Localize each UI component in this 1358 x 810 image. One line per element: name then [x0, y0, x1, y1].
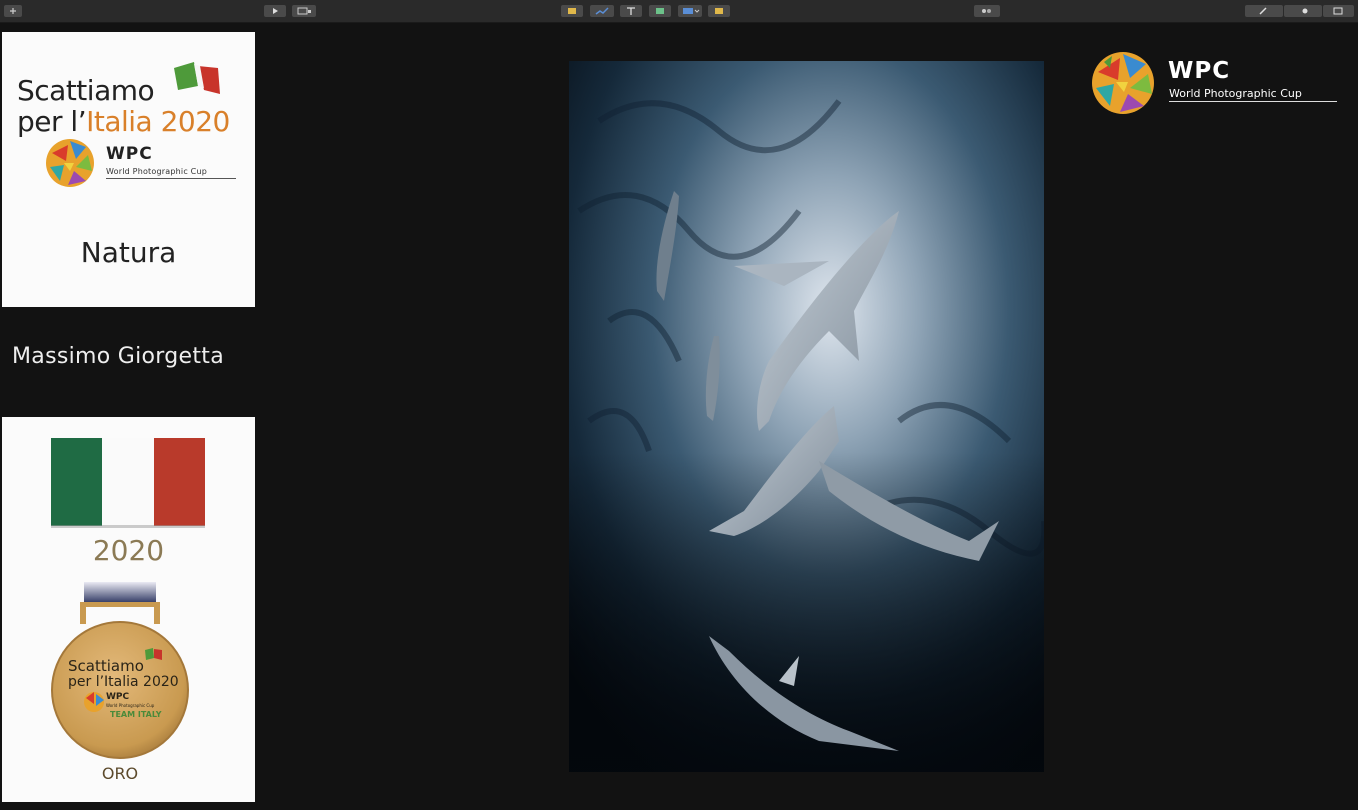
medal-team: TEAM ITALY: [110, 710, 162, 719]
category-card: Scattiamo per l’Italia 2020 WPC World Ph…: [2, 32, 255, 307]
chart-button[interactable]: [590, 5, 614, 17]
display-icon: [297, 7, 311, 15]
toolbar: [0, 0, 1358, 23]
brand-underline: [1169, 101, 1337, 102]
medal-title-line2: per l’Italia 2020: [68, 674, 179, 690]
animate-icon: [1302, 8, 1308, 14]
chart-icon: [595, 7, 609, 15]
italian-flag: [51, 438, 205, 528]
comment-icon: [715, 8, 723, 14]
photographer-name: Massimo Giorgetta: [12, 344, 224, 369]
text-button[interactable]: [620, 5, 642, 17]
medal-title-line1: Scattiamo: [68, 657, 144, 675]
play-button[interactable]: [264, 5, 286, 17]
brand-subtitle: World Photographic Cup: [1169, 87, 1302, 100]
category-label: Natura: [80, 236, 177, 269]
table-button[interactable]: [561, 5, 583, 17]
italian-flag-logo-icon: [174, 62, 220, 94]
table-icon: [568, 8, 576, 14]
shape-button[interactable]: [649, 5, 671, 17]
medal-level-label: ORO: [101, 764, 139, 783]
document-button[interactable]: [1323, 5, 1354, 17]
comment-button[interactable]: [708, 5, 730, 17]
text-icon: [627, 7, 635, 15]
award-year: 2020: [92, 534, 165, 567]
media-button[interactable]: [678, 5, 702, 17]
wpc-underline: [106, 178, 236, 179]
document-icon: [1333, 7, 1343, 15]
winning-photograph: [569, 61, 1044, 772]
award-card: 2020 Scattiamo per l’Italia 2020 WPC Wor…: [2, 417, 255, 802]
present-button[interactable]: [292, 5, 316, 17]
slide-canvas: Scattiamo per l’Italia 2020 WPC World Ph…: [0, 23, 1358, 810]
add-slide-button[interactable]: [4, 5, 22, 17]
animate-button[interactable]: [1284, 5, 1322, 17]
logo-title-line2-b: Italia 2020: [86, 105, 230, 138]
medal-wpc: WPC: [106, 692, 130, 702]
logo-title-line1: Scattiamo: [17, 74, 155, 107]
wpc-mosaic-icon: [46, 139, 94, 187]
medal-wpc-subtitle: World Photographic Cup: [106, 703, 155, 708]
wpc-subtitle: World Photographic Cup: [106, 167, 208, 176]
wpc-label: WPC: [106, 144, 153, 164]
wpc-brand-logo-icon: [1092, 52, 1154, 114]
media-icon: [683, 8, 700, 14]
plus-icon: [10, 8, 16, 14]
format-button[interactable]: [1245, 5, 1283, 17]
brand-wpc-label: WPC: [1168, 58, 1231, 84]
collaborate-icon: [982, 9, 991, 13]
shape-icon: [656, 8, 664, 14]
collaborate-button[interactable]: [974, 5, 1000, 17]
logo-title-line2-a: per l’: [17, 105, 87, 138]
play-icon: [273, 8, 278, 14]
brush-icon: [1259, 7, 1267, 15]
logo-title-line2: per l’Italia 2020: [17, 106, 230, 137]
